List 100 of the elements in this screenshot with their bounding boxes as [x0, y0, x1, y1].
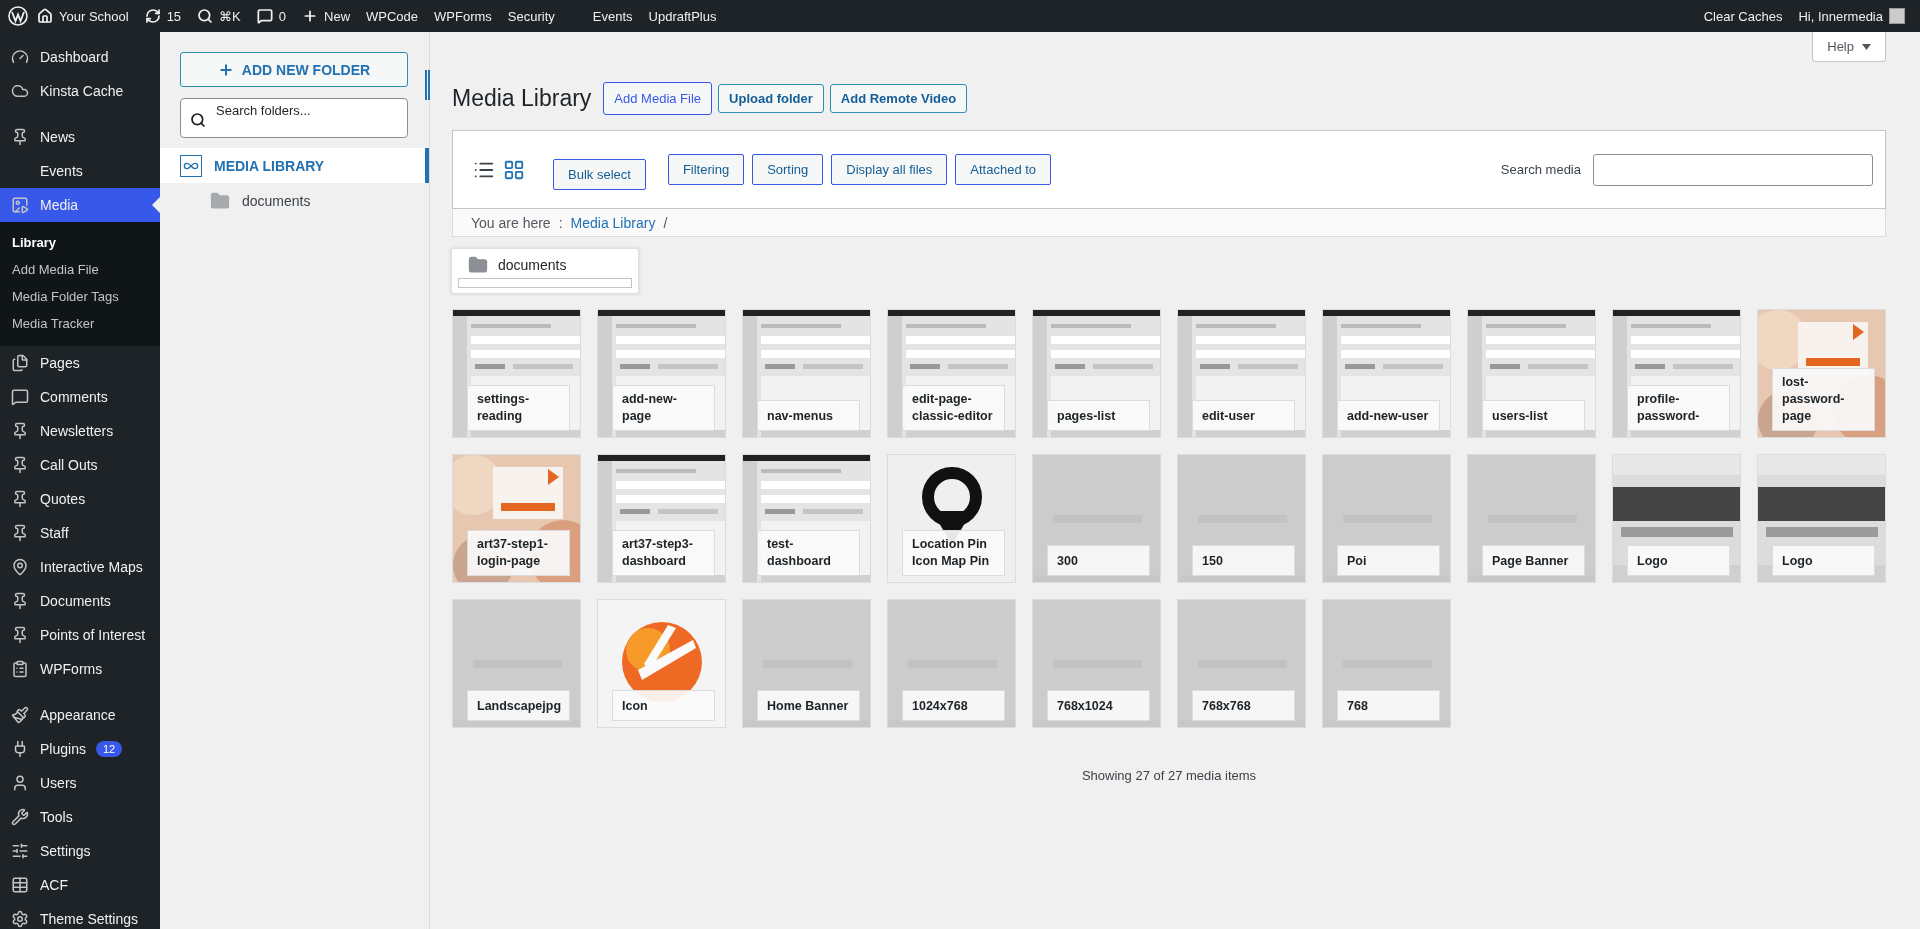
- media-tile[interactable]: Landscapejpg: [452, 599, 581, 728]
- admin-bar-item[interactable]: UpdraftPlus: [641, 0, 724, 32]
- sidebar-item[interactable]: Tools: [0, 800, 160, 834]
- media-tile[interactable]: users-list: [1467, 309, 1596, 438]
- admin-bar-item[interactable]: 0: [249, 0, 293, 32]
- sidebar-item[interactable]: Dashboard: [0, 40, 160, 74]
- media-tile[interactable]: 150: [1177, 454, 1306, 583]
- admin-bar-item[interactable]: ⌘K: [190, 0, 248, 32]
- sidebar-item[interactable]: Settings: [0, 834, 160, 868]
- sidebar-item[interactable]: Theme Settings: [0, 902, 160, 929]
- media-tile[interactable]: 768x768: [1177, 599, 1306, 728]
- sidebar-item[interactable]: Pages: [0, 346, 160, 380]
- media-tile[interactable]: test-dashboard: [742, 454, 871, 583]
- media-title: 1024x768: [902, 690, 1005, 721]
- sidebar-item[interactable]: Users: [0, 766, 160, 800]
- admin-bar-item[interactable]: New: [295, 0, 358, 32]
- toolbar-button[interactable]: Filtering: [667, 154, 745, 185]
- header-button[interactable]: Add Remote Video: [829, 84, 968, 113]
- refresh-icon: [144, 8, 161, 24]
- admin-bar-item[interactable]: WPForms: [427, 0, 499, 32]
- breadcrumb-link[interactable]: Media Library: [570, 214, 656, 231]
- media-tile[interactable]: 1024x768: [887, 599, 1016, 728]
- admin-bar-item[interactable]: WPCode: [359, 0, 426, 32]
- add-folder-button[interactable]: ADD NEW FOLDER: [180, 52, 408, 87]
- media-tile[interactable]: Icon: [597, 599, 726, 728]
- admin-bar-item[interactable]: Clear Caches: [1696, 0, 1790, 32]
- media-tile[interactable]: edit-user: [1177, 309, 1306, 438]
- submenu-item[interactable]: Library: [0, 229, 160, 256]
- media-tile[interactable]: Home Banner: [742, 599, 871, 728]
- media-tile[interactable]: Poi: [1322, 454, 1451, 583]
- header-button[interactable]: Add Media File: [603, 82, 713, 115]
- media-tile[interactable]: 768x1024: [1032, 599, 1161, 728]
- submenu-item[interactable]: Media Tracker: [0, 310, 160, 337]
- pin-icon: [11, 626, 29, 644]
- search-media-field[interactable]: [1593, 153, 1873, 186]
- folder-name: documents: [498, 257, 567, 273]
- folder-tree-item[interactable]: MEDIA LIBRARY: [160, 148, 429, 183]
- media-tile[interactable]: Location Pin Icon Map Pin: [887, 454, 1016, 583]
- sidebar-item[interactable]: WPForms: [0, 652, 160, 686]
- media-tile[interactable]: art37-step1-login-page: [452, 454, 581, 583]
- sidebar-item[interactable]: Call Outs: [0, 448, 160, 482]
- media-title: nav-menus: [757, 400, 860, 431]
- media-title: Page Banner: [1482, 545, 1585, 576]
- sidebar-item[interactable]: Appearance: [0, 698, 160, 732]
- sidebar-item[interactable]: Plugins 12: [0, 732, 160, 766]
- media-tile[interactable]: art37-step3-dashboard: [597, 454, 726, 583]
- submenu-item[interactable]: Media Folder Tags: [0, 283, 160, 310]
- help-button[interactable]: Help: [1812, 32, 1886, 62]
- folder-tile[interactable]: documents: [452, 249, 638, 293]
- sidebar-item[interactable]: Interactive Maps: [0, 550, 160, 584]
- media-title: Home Banner: [757, 690, 860, 721]
- sidebar-item[interactable]: ACF: [0, 868, 160, 902]
- media-tile[interactable]: profile-password-: [1612, 309, 1741, 438]
- media-tile[interactable]: lost-password-page: [1757, 309, 1886, 438]
- breadcrumb-separator: /: [663, 214, 668, 231]
- media-tile[interactable]: Page Banner: [1467, 454, 1596, 583]
- media-tile[interactable]: nav-menus: [742, 309, 871, 438]
- sidebar-item[interactable]: Events: [0, 154, 160, 188]
- logo-icon[interactable]: [8, 6, 28, 26]
- sidebar-item[interactable]: Points of Interest: [0, 618, 160, 652]
- sidebar-item[interactable]: News: [0, 120, 160, 154]
- sidebar-item[interactable]: Kinsta Cache: [0, 74, 160, 108]
- media-tile[interactable]: 768: [1322, 599, 1451, 728]
- admin-bar-item[interactable]: Security: [500, 0, 562, 32]
- media-tile[interactable]: add-new-page: [597, 309, 726, 438]
- search-icon: [190, 112, 206, 128]
- pin-icon: [11, 422, 29, 440]
- media-tile[interactable]: pages-list: [1032, 309, 1161, 438]
- media-tile[interactable]: Logo: [1757, 454, 1886, 583]
- folder-tree-item[interactable]: documents: [160, 183, 429, 218]
- submenu-item[interactable]: Add Media File: [0, 256, 160, 283]
- cloud-icon: [11, 82, 29, 100]
- media-tile[interactable]: settings-reading: [452, 309, 581, 438]
- toolbar-button[interactable]: Attached to: [955, 154, 1052, 185]
- sliders-icon: [11, 842, 29, 860]
- sidebar-item[interactable]: Comments: [0, 380, 160, 414]
- sidebar-item[interactable]: Quotes: [0, 482, 160, 516]
- grid-view-icon[interactable]: [503, 158, 525, 181]
- avatar-icon: [1889, 8, 1905, 24]
- admin-bar-item[interactable]: 15: [137, 0, 189, 32]
- resize-handle[interactable]: [425, 70, 430, 100]
- sidebar-item[interactable]: Documents: [0, 584, 160, 618]
- media-tile[interactable]: 300: [1032, 454, 1161, 583]
- admin-bar-item[interactable]: Your School: [30, 0, 136, 32]
- media-tile[interactable]: Logo: [1612, 454, 1741, 583]
- sidebar-item[interactable]: Staff: [0, 516, 160, 550]
- admin-bar-item[interactable]: Hi, Innermedia: [1791, 0, 1912, 32]
- admin-bar-item[interactable]: Events: [585, 0, 640, 32]
- media-tile[interactable]: add-new-user: [1322, 309, 1451, 438]
- sidebar-item[interactable]: Media: [0, 188, 160, 222]
- comment-icon: [11, 388, 29, 406]
- count-badge: 12: [95, 741, 123, 757]
- media-tile[interactable]: edit-page-classic-editor: [887, 309, 1016, 438]
- folder-search-field[interactable]: Search folders...: [180, 98, 408, 138]
- sidebar-item[interactable]: Newsletters: [0, 414, 160, 448]
- toolbar-button[interactable]: Display all files: [831, 154, 948, 185]
- header-button[interactable]: Upload folder: [718, 84, 824, 113]
- table-icon: [11, 876, 29, 894]
- toolbar-button[interactable]: Bulk select: [553, 159, 646, 190]
- toolbar-button[interactable]: Sorting: [752, 154, 824, 185]
